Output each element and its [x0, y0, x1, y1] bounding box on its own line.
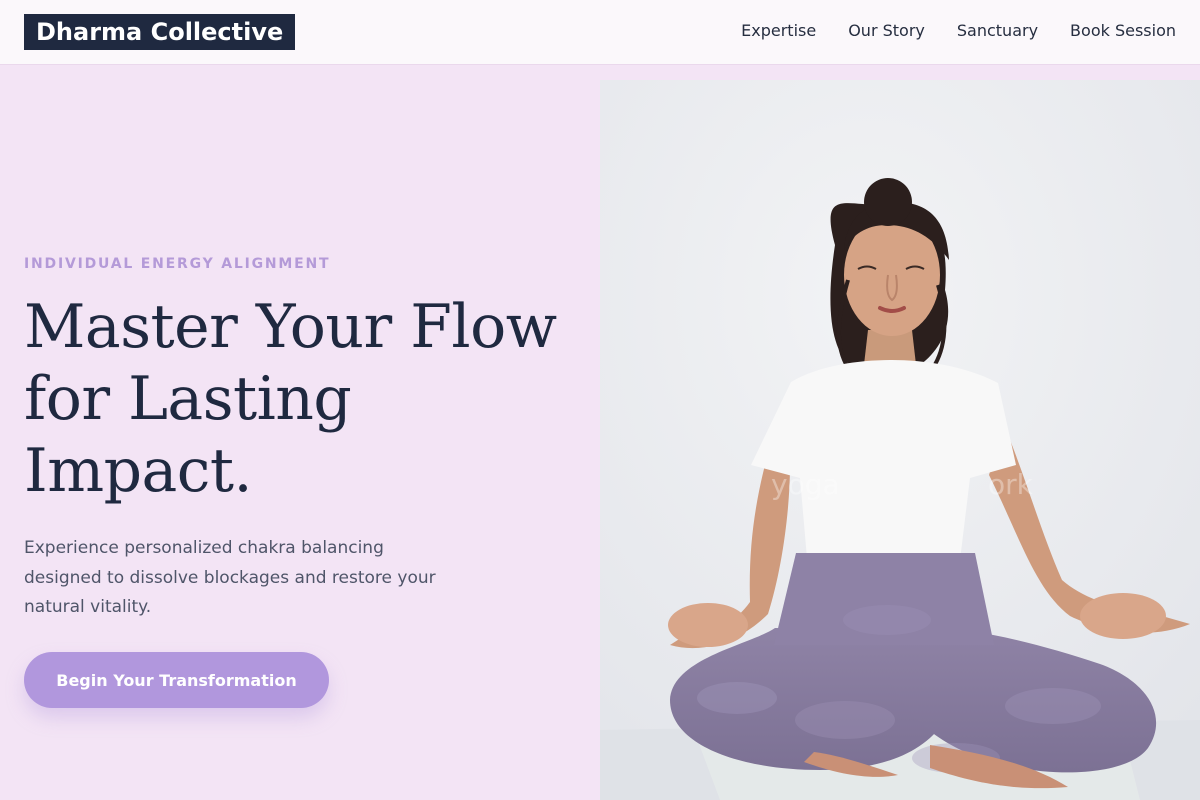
nav-link-our-story[interactable]: Our Story — [848, 20, 925, 42]
hero-headline: Master Your Flow for Lasting Impact. — [24, 291, 584, 507]
brand-logo[interactable]: Dharma Collective — [24, 14, 296, 50]
hero-eyebrow: INDIVIDUAL ENERGY ALIGNMENT — [24, 256, 331, 272]
hero-description-line: natural vitality. — [24, 597, 152, 617]
hero-meditation-photo: yoga ork — [600, 80, 1200, 800]
meditation-illustration — [600, 80, 1200, 800]
photo-watermark-suffix: ork — [988, 468, 1033, 501]
photo-watermark: yoga — [771, 468, 840, 501]
nav-link-book-session[interactable]: Book Session — [1070, 20, 1176, 42]
nav-link-expertise[interactable]: Expertise — [741, 20, 816, 42]
hero-headline-line: Impact. — [24, 436, 253, 506]
begin-transformation-button[interactable]: Begin Your Transformation — [24, 652, 329, 708]
site-header: Dharma Collective Expertise Our Story Sa… — [0, 0, 1200, 65]
hero-headline-line: for Lasting — [24, 364, 352, 434]
primary-nav: Expertise Our Story Sanctuary Book Sessi… — [741, 20, 1176, 42]
hero-description-line: Experience personalized chakra balancing — [24, 538, 384, 558]
nav-link-sanctuary[interactable]: Sanctuary — [957, 20, 1038, 42]
hero-headline-line: Master Your Flow — [24, 292, 557, 362]
hero-description: Experience personalized chakra balancing… — [24, 534, 494, 623]
hero-description-line: designed to dissolve blockages and resto… — [24, 567, 436, 588]
